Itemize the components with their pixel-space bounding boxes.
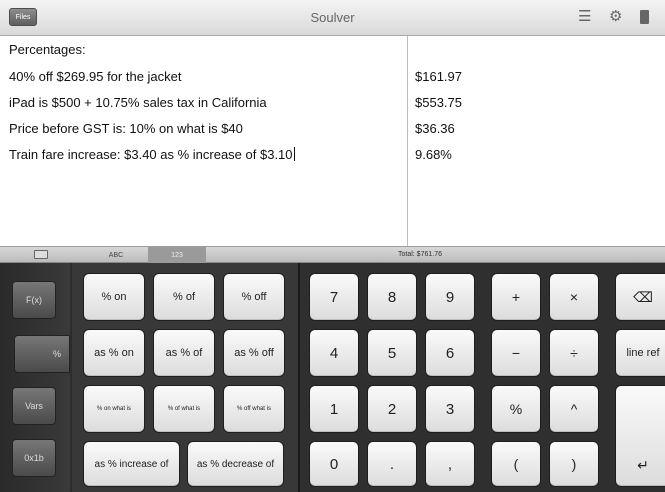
as-percent-off-key[interactable]: as % off — [223, 329, 285, 377]
key-minus[interactable]: − — [491, 329, 541, 377]
tab-123[interactable]: 123 — [148, 247, 206, 263]
key-divide[interactable]: ÷ — [549, 329, 599, 377]
key-8[interactable]: 8 — [367, 273, 417, 321]
percent-mode-key[interactable]: % — [14, 335, 70, 373]
expression-line-text: Train fare increase: $3.40 as % increase… — [9, 147, 293, 162]
answer-value[interactable]: $36.36 — [415, 121, 455, 136]
key-0[interactable]: 0 — [309, 441, 359, 487]
vars-key[interactable]: Vars — [12, 387, 56, 425]
key-2[interactable]: 2 — [367, 385, 417, 433]
key-multiply[interactable]: × — [549, 273, 599, 321]
keyboard: F(x) % Vars 0x1b % on % of % off as % on… — [0, 263, 665, 492]
hex-key[interactable]: 0x1b — [12, 439, 56, 477]
expression-line[interactable]: 40% off $269.95 for the jacket — [9, 69, 182, 84]
as-percent-of-key[interactable]: as % of — [153, 329, 215, 377]
answer-value[interactable]: $553.75 — [415, 95, 462, 110]
total-label: Total: $761.76 — [398, 251, 442, 258]
return-icon: ↵ — [637, 457, 649, 473]
key-open-paren[interactable]: ( — [491, 441, 541, 487]
app-title: Soulver — [310, 10, 355, 25]
key-decimal[interactable]: . — [367, 441, 417, 487]
key-5[interactable]: 5 — [367, 329, 417, 377]
text-cursor — [293, 147, 295, 161]
expression-line[interactable]: Price before GST is: 10% on what is $40 — [9, 121, 243, 136]
number-keys-panel: 7 8 9 + × ⌫ 4 5 6 − ÷ line ref 1 2 3 % ^… — [300, 263, 665, 492]
book-icon[interactable] — [640, 10, 649, 24]
answer-value[interactable]: $161.97 — [415, 69, 462, 84]
percent-on-what-is-key[interactable]: % on what is — [83, 385, 145, 433]
answer-column: $161.97 $553.75 $36.36 9.68% — [409, 36, 665, 246]
key-6[interactable]: 6 — [425, 329, 475, 377]
gear-icon[interactable]: ⚙ — [609, 9, 622, 25]
expression-line-active[interactable]: Train fare increase: $3.40 as % increase… — [9, 147, 295, 162]
percent-off-what-is-key[interactable]: % off what is — [223, 385, 285, 433]
key-percent[interactable]: % — [491, 385, 541, 433]
percent-of-key[interactable]: % of — [153, 273, 215, 321]
key-7[interactable]: 7 — [309, 273, 359, 321]
key-1[interactable]: 1 — [309, 385, 359, 433]
key-close-paren[interactable]: ) — [549, 441, 599, 487]
percent-of-what-is-key[interactable]: % of what is — [153, 385, 215, 433]
key-3[interactable]: 3 — [425, 385, 475, 433]
expression-column[interactable]: Percentages: 40% off $269.95 for the jac… — [9, 36, 408, 246]
key-4[interactable]: 4 — [309, 329, 359, 377]
expression-line[interactable]: iPad is $500 + 10.75% sales tax in Calif… — [9, 95, 267, 110]
percent-off-key[interactable]: % off — [223, 273, 285, 321]
key-power[interactable]: ^ — [549, 385, 599, 433]
key-9[interactable]: 9 — [425, 273, 475, 321]
title-bar: Files Soulver ☰ ⚙ — [0, 0, 665, 36]
return-key[interactable]: ↵ — [615, 385, 665, 487]
menu-icon[interactable]: ☰ — [578, 9, 591, 25]
as-percent-increase-of-key[interactable]: as % increase of — [83, 441, 180, 487]
tab-abc[interactable]: ABC — [86, 247, 146, 263]
editor: Percentages: 40% off $269.95 for the jac… — [9, 36, 665, 246]
expression-line[interactable]: Percentages: — [9, 42, 86, 57]
percent-on-key[interactable]: % on — [83, 273, 145, 321]
keyboard-icon[interactable] — [34, 250, 48, 259]
keyboard-toolbar: ABC 123 Total: $761.76 — [0, 246, 665, 263]
function-key[interactable]: F(x) — [12, 281, 56, 319]
side-panel: F(x) % Vars 0x1b — [0, 263, 70, 492]
answer-value[interactable]: 9.68% — [415, 147, 452, 162]
key-plus[interactable]: + — [491, 273, 541, 321]
as-percent-decrease-of-key[interactable]: as % decrease of — [187, 441, 284, 487]
backspace-key[interactable]: ⌫ — [615, 273, 665, 321]
key-comma[interactable]: , — [425, 441, 475, 487]
as-percent-on-key[interactable]: as % on — [83, 329, 145, 377]
backspace-icon: ⌫ — [633, 288, 653, 305]
percentage-keys-panel: % on % of % off as % on as % of as % off… — [72, 263, 298, 492]
line-ref-key[interactable]: line ref — [615, 329, 665, 377]
